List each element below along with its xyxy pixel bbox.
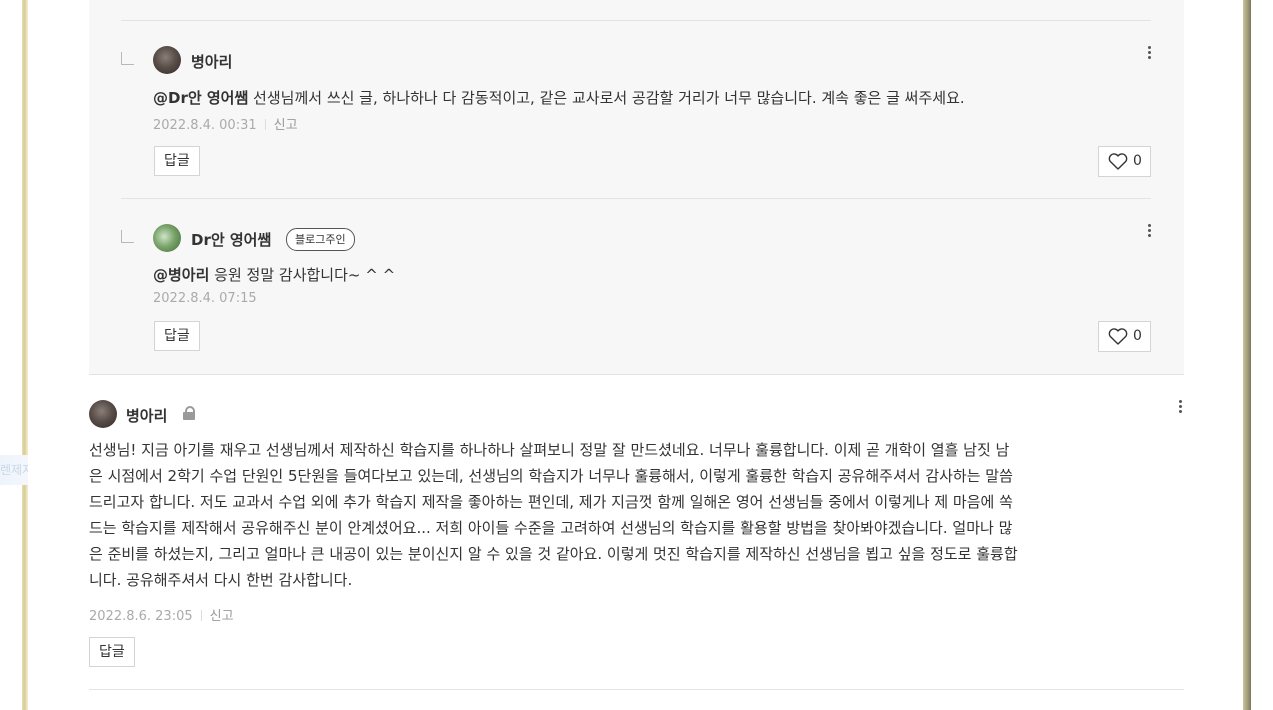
blog-owner-badge: 블로그주인 (286, 228, 355, 251)
reply-button[interactable]: 답글 (89, 637, 135, 667)
avatar[interactable] (153, 46, 181, 74)
reply-button[interactable]: 답글 (154, 321, 200, 351)
comment-line: 선생님! 지금 아기를 재우고 선생님께서 제작하신 학습지를 하나하나 살펴보… (89, 441, 1010, 459)
heart-outline-icon (1108, 153, 1128, 170)
reply-date: 2022.8.4. 00:31 (153, 118, 257, 133)
reply-thread: 병아리 @Dr안 영어쌤 선생님께서 쓰신 글, 하나하나 다 감동적이고, 같… (89, 0, 1184, 374)
avatar[interactable] (153, 224, 181, 252)
report-link[interactable]: 신고 (274, 118, 298, 133)
page-frame-right (1243, 0, 1251, 710)
comment-line: 드리고자 합니다. 저도 교과서 수업 외에 추가 학습지 제작을 좋아하는 편… (89, 493, 1013, 511)
reply-text: @병아리 응원 정말 감사합니다~ ^ ^ (153, 266, 396, 284)
reply-indent-icon (121, 230, 134, 243)
divider (89, 374, 1184, 375)
more-options-icon[interactable] (1176, 398, 1186, 416)
comment-line: 니다. 공유해주셔서 다시 한번 감사합니다. (89, 571, 353, 589)
reply-button[interactable]: 답글 (154, 146, 200, 176)
comment-line: 은 준비를 하셨는지, 그리고 얼마나 큰 내공이 있는 분이신지 알 수 있을… (89, 545, 1018, 563)
more-options-icon[interactable] (1145, 222, 1155, 240)
divider (89, 689, 1184, 690)
lock-icon (183, 406, 195, 420)
reply-meta: 2022.8.4. 00:31 신고 (153, 114, 298, 133)
reply-meta: 2022.8.4. 07:15 (153, 291, 257, 306)
reply-author-name[interactable]: 병아리 (191, 51, 232, 72)
reply-text: @Dr안 영어쌤 선생님께서 쓰신 글, 하나하나 다 감동적이고, 같은 교사… (153, 89, 965, 107)
heart-outline-icon (1108, 328, 1128, 345)
like-button[interactable]: 0 (1098, 146, 1151, 177)
divider (121, 20, 1151, 21)
avatar[interactable] (89, 400, 117, 428)
comment-text: 선생님! 지금 아기를 재우고 선생님께서 제작하신 학습지를 하나하나 살펴보… (89, 437, 1189, 593)
reply-date: 2022.8.4. 07:15 (153, 291, 257, 306)
more-options-icon[interactable] (1145, 44, 1155, 62)
like-button[interactable]: 0 (1098, 321, 1151, 352)
comment-line: 은 시점에서 2학기 수업 단원인 5단원을 들여다보고 있는데, 선생님의 학… (89, 467, 1013, 485)
like-count: 0 (1133, 153, 1142, 169)
comment-date: 2022.8.6. 23:05 (89, 609, 193, 624)
comment-line: 드는 학습지를 제작해서 공유해주신 분이 안계셨어요... 저희 아이들 수준… (89, 519, 1013, 537)
mention[interactable]: @병아리 (153, 266, 209, 284)
reply-indent-icon (121, 52, 134, 65)
report-link[interactable]: 신고 (210, 609, 234, 624)
comment-author-name[interactable]: 병아리 (126, 405, 167, 426)
divider (121, 198, 1151, 199)
reply-author-name[interactable]: Dr안 영어쌤 (191, 229, 271, 250)
comment-meta: 2022.8.6. 23:05 신고 (89, 605, 234, 624)
mention[interactable]: @Dr안 영어쌤 (153, 89, 248, 107)
comment-section: 병아리 @Dr안 영어쌤 선생님께서 쓰신 글, 하나하나 다 감동적이고, 같… (28, 0, 1243, 710)
like-count: 0 (1133, 328, 1142, 344)
